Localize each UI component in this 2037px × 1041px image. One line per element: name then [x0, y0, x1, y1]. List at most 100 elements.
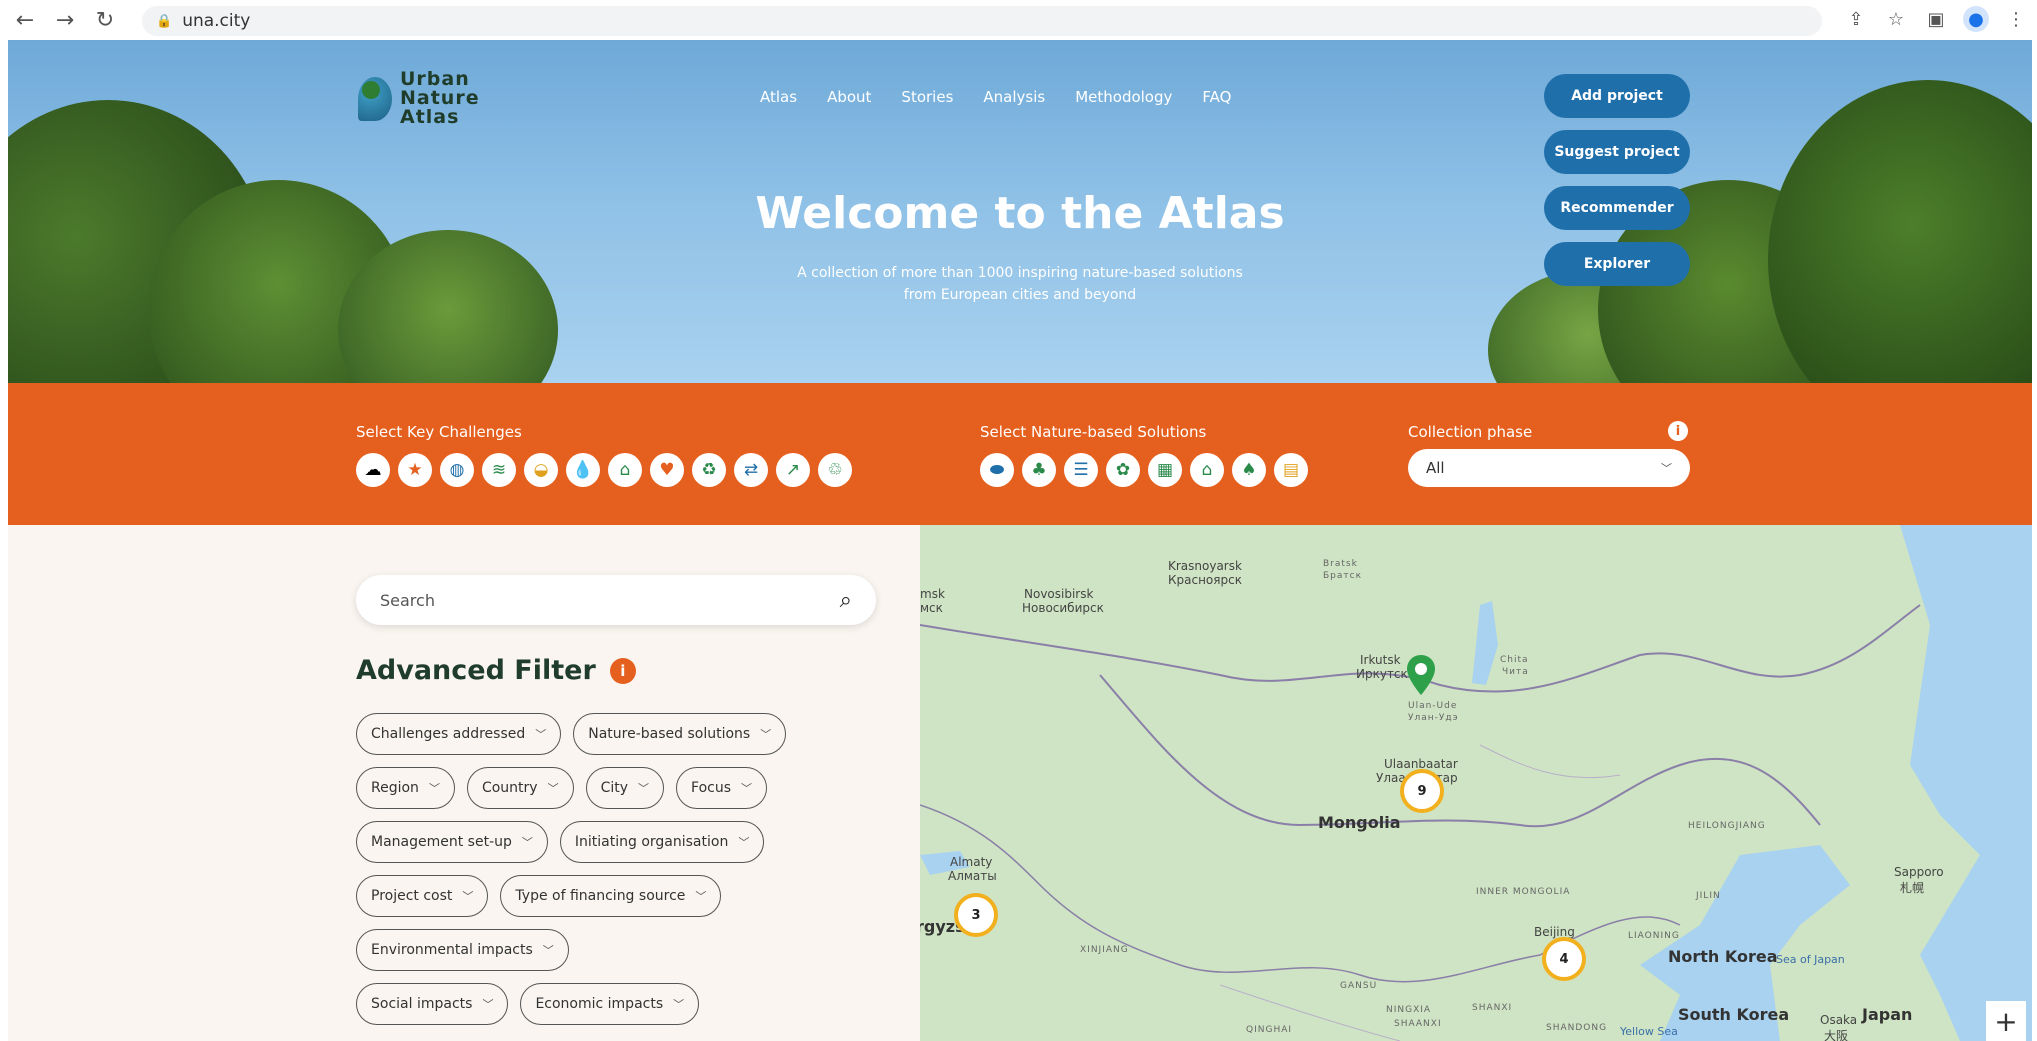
map-label-south-korea: South Korea	[1678, 1005, 1790, 1024]
map-label-novosibirsk: Novosibirsk	[1024, 587, 1094, 601]
collection-phase-select[interactable]: All ﹀	[1408, 449, 1690, 487]
map-label-inner-mongolia: INNER MONGOLIA	[1476, 887, 1571, 897]
map-label-almaty-ru: Алматы	[948, 869, 997, 883]
water-infrastructure-icon[interactable]: ☰	[1064, 453, 1098, 487]
filter-nature-based-solutions[interactable]: Nature-based solutions ﹀	[573, 713, 787, 755]
map-label-tomsk: msk	[920, 587, 945, 601]
share-icon[interactable]: ⇪	[1843, 6, 1869, 32]
landscape-icon[interactable]: ◒	[524, 453, 558, 487]
bookmark-star-icon[interactable]: ☆	[1883, 6, 1909, 32]
challenges-label: Select Key Challenges	[356, 423, 522, 441]
recycle-icon[interactable]: ♻	[692, 453, 726, 487]
map-cluster-marker[interactable]: 9	[1400, 769, 1444, 813]
url-text: una.city	[182, 11, 251, 31]
chevron-down-icon: ﹀	[535, 728, 547, 741]
filter-initiating-organisation[interactable]: Initiating organisation ﹀	[559, 821, 765, 863]
main-nav: Atlas About Stories Analysis Methodology…	[760, 88, 1231, 106]
search-icon[interactable]: ⌕	[840, 588, 852, 613]
star-icon[interactable]: ★	[398, 453, 432, 487]
tree-icon[interactable]: ♣	[1022, 453, 1056, 487]
reload-icon[interactable]: ↻	[90, 5, 120, 35]
filter-economic-impacts[interactable]: Economic impacts ﹀	[520, 983, 700, 1025]
chip-label: Focus	[691, 780, 731, 796]
filter-focus[interactable]: Focus ﹀	[676, 767, 767, 809]
chevron-down-icon: ﹀	[521, 836, 533, 849]
map-label-krasnoyarsk: Krasnoyarsk	[1168, 559, 1242, 573]
recycle-leaf-icon[interactable]: ♲	[818, 453, 852, 487]
map-label-heilongjiang: HEILONGJIANG	[1688, 821, 1766, 831]
map-label-osaka-jp: 大阪	[1824, 1029, 1849, 1041]
back-icon[interactable]: ←	[10, 5, 40, 35]
heart-icon[interactable]: ♥	[650, 453, 684, 487]
zoom-in-button[interactable]: +	[1986, 1001, 2026, 1041]
chip-label: Social impacts	[371, 996, 473, 1012]
add-project-button[interactable]: Add project	[1544, 74, 1690, 118]
globe-icon[interactable]: ◍	[440, 453, 474, 487]
search-box: ⌕	[356, 575, 876, 625]
nav-stories[interactable]: Stories	[901, 88, 953, 106]
map-cluster-marker[interactable]: 3	[954, 893, 998, 937]
map-label-qinghai: QINGHAI	[1246, 1025, 1293, 1035]
water-drop-icon[interactable]: 💧	[566, 453, 600, 487]
forward-icon[interactable]: →	[50, 5, 80, 35]
menu-kebab-icon[interactable]: ⋮	[2003, 6, 2029, 32]
hero-subtitle-line: A collection of more than 1000 inspiring…	[797, 265, 1243, 281]
project-map[interactable]: Krasnoyarsk Красноярск Bratsk Братск msk…	[920, 525, 2032, 1041]
info-icon[interactable]: i	[1668, 421, 1688, 441]
map-label-mongolia: Mongolia	[1318, 813, 1401, 832]
filter-challenges-addressed[interactable]: Challenges addressed ﹀	[356, 713, 562, 755]
info-icon[interactable]: i	[609, 657, 636, 684]
chip-label: Management set-up	[371, 834, 512, 850]
nav-analysis[interactable]: Analysis	[983, 88, 1045, 106]
map-label-krasnoyarsk-ru: Красноярск	[1168, 573, 1242, 587]
hero-actions: Add project Suggest project Recommender …	[1544, 74, 1690, 286]
nav-faq[interactable]: FAQ	[1202, 88, 1231, 106]
map-label-bratsk: Bratsk	[1323, 559, 1358, 569]
filter-panel: ⌕ Advanced Filter i Challenges addressed…	[8, 525, 920, 1041]
plant-icon[interactable]: ✿	[1106, 453, 1140, 487]
address-bar[interactable]: 🔒 una.city	[142, 6, 1822, 36]
map-label-chita-ru: Чита	[1502, 667, 1529, 677]
map-cluster-marker[interactable]: 4	[1542, 937, 1586, 981]
nav-methodology[interactable]: Methodology	[1075, 88, 1172, 106]
map-label-chita: Chita	[1500, 655, 1529, 665]
growth-chart-icon[interactable]: ↗	[776, 453, 810, 487]
chip-label: Region	[371, 780, 419, 796]
profile-avatar-icon[interactable]: ●	[1963, 6, 1989, 32]
filter-financing-source[interactable]: Type of financing source ﹀	[500, 875, 722, 917]
filter-environmental-impacts[interactable]: Environmental impacts ﹀	[356, 929, 569, 971]
park-icon[interactable]: ♠	[1232, 453, 1266, 487]
filter-city[interactable]: City ﹀	[585, 767, 665, 809]
explorer-button[interactable]: Explorer	[1544, 242, 1690, 286]
hero-subtitle-line: from European cities and beyond	[903, 287, 1137, 303]
grid-icon[interactable]: ▤	[1274, 453, 1308, 487]
filter-management-setup[interactable]: Management set-up ﹀	[356, 821, 548, 863]
chevron-down-icon: ﹀	[760, 728, 772, 741]
search-input[interactable]	[380, 590, 780, 610]
map-label-shaanxi: SHAANXI	[1394, 1019, 1442, 1029]
chevron-down-icon: ﹀	[482, 998, 494, 1011]
house-icon[interactable]: ⌂	[1190, 453, 1224, 487]
filter-project-cost[interactable]: Project cost ﹀	[356, 875, 489, 917]
filter-country[interactable]: Country ﹀	[466, 767, 574, 809]
site-logo[interactable]: Urban Nature Atlas	[358, 70, 480, 127]
map-label-xinjiang: XINJIANG	[1080, 945, 1129, 955]
handshake-icon[interactable]: ⇄	[734, 453, 768, 487]
green-building-icon[interactable]: ▦	[1148, 453, 1182, 487]
building-icon[interactable]: ⌂	[608, 453, 642, 487]
blue-space-icon[interactable]: ⬬	[980, 453, 1014, 487]
suggest-project-button[interactable]: Suggest project	[1544, 130, 1690, 174]
nbs-label: Select Nature-based Solutions	[980, 423, 1207, 441]
chevron-down-icon: ﹀	[695, 890, 707, 903]
cloud-icon[interactable]: ☁	[356, 453, 390, 487]
filter-social-impacts[interactable]: Social impacts ﹀	[356, 983, 509, 1025]
phase-selected-value: All	[1426, 459, 1445, 477]
map-label-north-korea: North Korea	[1668, 947, 1778, 966]
window-icon[interactable]: ▣	[1923, 6, 1949, 32]
wetland-icon[interactable]: ≋	[482, 453, 516, 487]
filter-region[interactable]: Region ﹀	[356, 767, 455, 809]
map-pin-icon[interactable]	[1406, 655, 1436, 695]
nav-atlas[interactable]: Atlas	[760, 88, 797, 106]
recommender-button[interactable]: Recommender	[1544, 186, 1690, 230]
nav-about[interactable]: About	[827, 88, 871, 106]
